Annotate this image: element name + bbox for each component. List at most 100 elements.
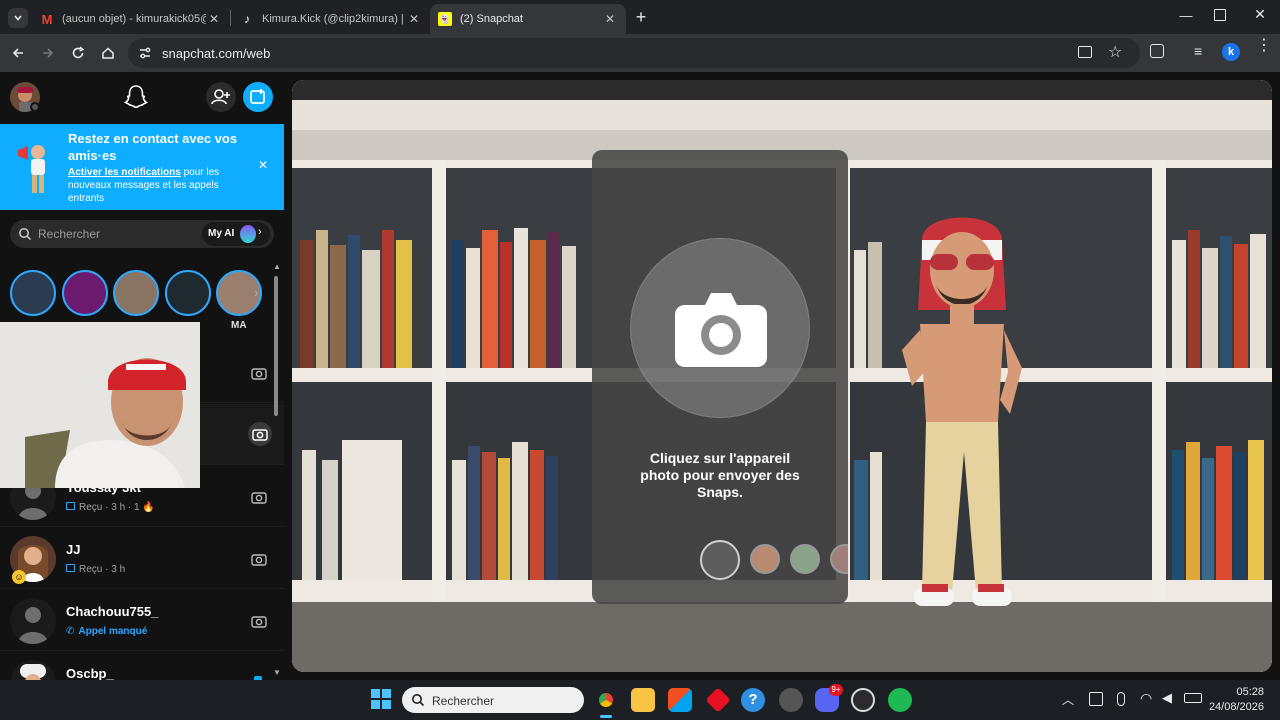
close-tab-icon[interactable]: ✕ xyxy=(206,12,222,26)
add-friend-button[interactable] xyxy=(206,82,236,112)
gmail-icon: M xyxy=(41,11,53,27)
discord-badge: 9+ xyxy=(829,684,843,696)
chat-sidebar: Restez en contact avec vos amis·es Activ… xyxy=(0,72,284,680)
new-chat-button[interactable] xyxy=(243,82,273,112)
my-ai-button[interactable]: My AI › xyxy=(202,222,270,246)
tab-label: Kimura.Kick (@clip2kimura) | Ti xyxy=(262,13,406,25)
chat-received-icon xyxy=(66,502,75,510)
forward-button[interactable] xyxy=(38,43,58,63)
tab-label: (aucun objet) - kimurakick05@g xyxy=(62,13,206,25)
red-diamond-app-icon[interactable] xyxy=(705,687,731,713)
minimize-button[interactable]: — xyxy=(1178,8,1194,24)
reload-icon xyxy=(72,46,85,59)
close-tab-icon[interactable]: ✕ xyxy=(406,12,422,26)
home-button[interactable] xyxy=(98,43,118,63)
microphone-icon[interactable] xyxy=(1117,692,1125,706)
story-avatar[interactable] xyxy=(113,270,159,316)
tab-search-button[interactable] xyxy=(8,8,28,28)
emoji-badge-icon: ☺ xyxy=(12,570,26,584)
notification-title: Restez en contact avec vos amis·es xyxy=(68,131,238,163)
camera-reply-icon[interactable] xyxy=(250,612,268,630)
lens-option-mask[interactable] xyxy=(790,544,820,574)
camera-app-icon[interactable] xyxy=(779,688,803,712)
chat-row[interactable]: Oscbp_ xyxy=(0,652,284,680)
bookshelf-background: Cliquez sur l'appareil photo pour envoye… xyxy=(292,80,1272,672)
browser-toolbar: snapchat.com/web ☆ ≡ k ⋮ xyxy=(0,34,1280,72)
scrollbar-thumb[interactable] xyxy=(274,276,278,416)
chat-row[interactable]: ☺ JJ Reçu · 3 h xyxy=(0,528,284,589)
media-controls-icon[interactable]: ≡ xyxy=(1194,43,1202,59)
chat-name: Oscbp_ xyxy=(66,666,114,680)
settings-gear-icon[interactable] xyxy=(30,102,40,112)
scroll-up-arrow-icon[interactable]: ▲ xyxy=(273,262,281,271)
microsoft-store-icon[interactable] xyxy=(668,688,692,712)
profile-avatar[interactable]: k xyxy=(1222,43,1240,61)
extensions-icon[interactable] xyxy=(1150,44,1164,58)
chat-status: Reçu · 3 h xyxy=(66,564,125,575)
camera-prompt-text: Cliquez sur l'appareil photo pour envoye… xyxy=(640,450,800,500)
clock-date[interactable]: 24/08/2026 xyxy=(1204,701,1264,713)
spotify-icon[interactable] xyxy=(888,688,912,712)
my-ai-avatar-icon xyxy=(240,225,256,243)
tab-divider xyxy=(230,10,231,26)
camera-reply-icon[interactable] xyxy=(248,422,272,446)
chat-name: JJ xyxy=(66,542,81,557)
close-window-button[interactable]: ✕ xyxy=(1252,6,1268,22)
chat-search-box[interactable]: Rechercher My AI › xyxy=(10,220,274,248)
camera-reply-icon[interactable] xyxy=(250,364,268,382)
tab-snapchat[interactable]: 👻 (2) Snapchat ✕ xyxy=(430,4,626,34)
help-icon[interactable]: ? xyxy=(741,688,765,712)
volume-icon[interactable]: ◀ xyxy=(1162,690,1172,706)
site-info-icon[interactable] xyxy=(138,46,152,60)
snapchat-icon: 👻 xyxy=(438,12,452,26)
lens-option-none[interactable] xyxy=(700,540,740,580)
battery-icon[interactable] xyxy=(1184,693,1202,703)
enable-notifications-link[interactable]: Activer les notifications xyxy=(68,167,181,178)
story-avatar[interactable] xyxy=(10,270,56,316)
active-app-indicator xyxy=(600,715,612,718)
network-off-icon[interactable] xyxy=(1089,692,1103,706)
missed-call-icon: ✆ xyxy=(66,626,75,637)
back-button[interactable] xyxy=(8,43,28,63)
lens-option-face[interactable] xyxy=(750,544,780,574)
story-avatar[interactable] xyxy=(62,270,108,316)
install-app-icon[interactable] xyxy=(1078,46,1092,58)
chat-list-scrollbar[interactable]: ▲ ▼ xyxy=(272,262,281,680)
story-avatar[interactable] xyxy=(165,270,211,316)
close-banner-icon[interactable]: ✕ xyxy=(258,158,268,172)
reload-button[interactable] xyxy=(68,43,88,63)
clock-time[interactable]: 05:28 xyxy=(1228,686,1264,698)
new-tab-button[interactable]: + xyxy=(632,7,650,27)
camera-reply-icon[interactable] xyxy=(250,488,268,506)
tab-tiktok[interactable]: ♪ Kimura.Kick (@clip2kimura) | Ti ✕ xyxy=(232,4,430,34)
chrome-icon[interactable] xyxy=(594,688,618,712)
story-label: MA xyxy=(231,320,247,331)
address-bar[interactable]: snapchat.com/web ☆ xyxy=(128,38,1140,68)
camera-reply-icon[interactable] xyxy=(250,550,268,568)
bookmark-star-icon[interactable]: ☆ xyxy=(1108,42,1122,62)
close-tab-icon[interactable]: ✕ xyxy=(602,12,618,26)
taskbar-search[interactable]: Rechercher xyxy=(402,687,584,713)
chat-avatar xyxy=(10,598,56,644)
media-player-icon[interactable] xyxy=(851,688,875,712)
search-input[interactable]: Rechercher xyxy=(38,227,100,241)
taskbar-search-input[interactable]: Rechercher xyxy=(432,694,494,708)
wifi-icon[interactable]: ◠ xyxy=(1140,690,1152,707)
chat-avatar xyxy=(10,660,56,680)
tab-gmail[interactable]: M (aucun objet) - kimurakick05@g ✕ xyxy=(32,4,230,34)
menu-kebab-icon[interactable]: ⋮ xyxy=(1256,38,1272,54)
scroll-down-arrow-icon[interactable]: ▼ xyxy=(273,668,281,677)
megaphone-bitmoji-icon xyxy=(16,138,56,198)
show-hidden-icons-chevron-icon[interactable]: ︿ xyxy=(1062,691,1074,708)
stories-scroll-chevron-icon[interactable]: › xyxy=(254,284,259,300)
notification-body: Activer les notifications pour les nouve… xyxy=(68,166,243,205)
lens-option-partial[interactable] xyxy=(830,544,848,574)
restore-button[interactable] xyxy=(1214,9,1226,21)
camera-capture-button[interactable] xyxy=(630,238,810,418)
windows-start-icon[interactable] xyxy=(371,689,391,709)
file-explorer-icon[interactable] xyxy=(631,688,655,712)
chat-row[interactable]: Chachouu755_ ✆ Appel manqué xyxy=(0,590,284,651)
home-icon xyxy=(102,47,114,59)
search-icon xyxy=(412,694,425,707)
snapchat-ghost-logo[interactable] xyxy=(122,83,150,111)
